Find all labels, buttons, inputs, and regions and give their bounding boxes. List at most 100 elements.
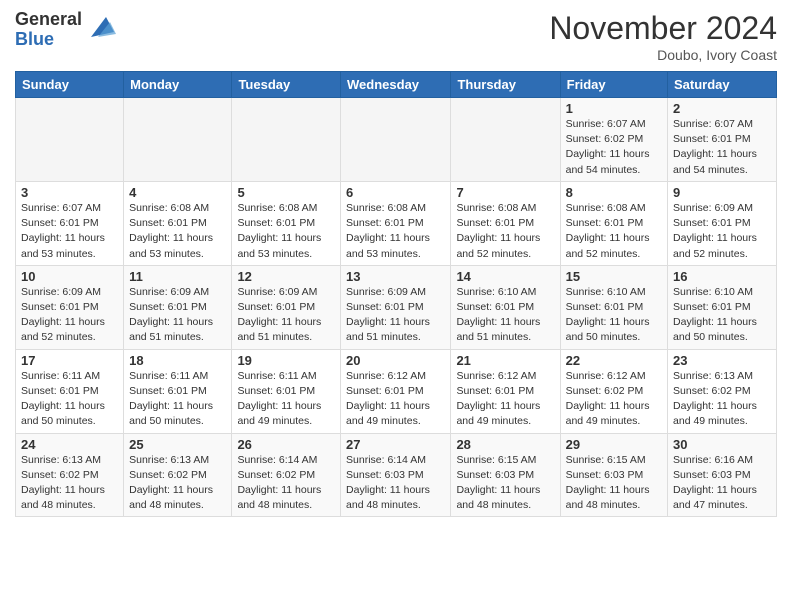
calendar-cell: 13Sunrise: 6:09 AM Sunset: 6:01 PM Dayli…	[341, 265, 451, 349]
day-number: 14	[456, 269, 554, 284]
day-info: Sunrise: 6:09 AM Sunset: 6:01 PM Dayligh…	[673, 201, 771, 262]
weekday-header-monday: Monday	[124, 72, 232, 98]
calendar-week-row: 1Sunrise: 6:07 AM Sunset: 6:02 PM Daylig…	[16, 98, 777, 182]
calendar-cell: 19Sunrise: 6:11 AM Sunset: 6:01 PM Dayli…	[232, 349, 341, 433]
day-info: Sunrise: 6:13 AM Sunset: 6:02 PM Dayligh…	[129, 453, 226, 514]
day-info: Sunrise: 6:07 AM Sunset: 6:01 PM Dayligh…	[673, 117, 771, 178]
day-number: 19	[237, 353, 335, 368]
calendar-cell	[451, 98, 560, 182]
calendar-cell: 22Sunrise: 6:12 AM Sunset: 6:02 PM Dayli…	[560, 349, 667, 433]
calendar-cell: 5Sunrise: 6:08 AM Sunset: 6:01 PM Daylig…	[232, 181, 341, 265]
weekday-header-saturday: Saturday	[668, 72, 777, 98]
day-info: Sunrise: 6:12 AM Sunset: 6:02 PM Dayligh…	[566, 369, 662, 430]
day-info: Sunrise: 6:11 AM Sunset: 6:01 PM Dayligh…	[129, 369, 226, 430]
calendar-cell: 1Sunrise: 6:07 AM Sunset: 6:02 PM Daylig…	[560, 98, 667, 182]
weekday-header-friday: Friday	[560, 72, 667, 98]
day-info: Sunrise: 6:08 AM Sunset: 6:01 PM Dayligh…	[129, 201, 226, 262]
day-number: 27	[346, 437, 445, 452]
day-info: Sunrise: 6:09 AM Sunset: 6:01 PM Dayligh…	[129, 285, 226, 346]
day-number: 6	[346, 185, 445, 200]
day-number: 13	[346, 269, 445, 284]
calendar-header-row: SundayMondayTuesdayWednesdayThursdayFrid…	[16, 72, 777, 98]
calendar-cell: 23Sunrise: 6:13 AM Sunset: 6:02 PM Dayli…	[668, 349, 777, 433]
day-number: 28	[456, 437, 554, 452]
title-area: November 2024 Doubo, Ivory Coast	[549, 10, 777, 63]
day-info: Sunrise: 6:13 AM Sunset: 6:02 PM Dayligh…	[21, 453, 118, 514]
calendar-cell: 3Sunrise: 6:07 AM Sunset: 6:01 PM Daylig…	[16, 181, 124, 265]
day-number: 21	[456, 353, 554, 368]
calendar-cell: 6Sunrise: 6:08 AM Sunset: 6:01 PM Daylig…	[341, 181, 451, 265]
day-info: Sunrise: 6:07 AM Sunset: 6:02 PM Dayligh…	[566, 117, 662, 178]
calendar-cell: 29Sunrise: 6:15 AM Sunset: 6:03 PM Dayli…	[560, 433, 667, 517]
day-number: 23	[673, 353, 771, 368]
logo-icon	[86, 12, 116, 42]
day-info: Sunrise: 6:08 AM Sunset: 6:01 PM Dayligh…	[566, 201, 662, 262]
header: General Blue November 2024 Doubo, Ivory …	[15, 10, 777, 63]
day-info: Sunrise: 6:14 AM Sunset: 6:03 PM Dayligh…	[346, 453, 445, 514]
day-number: 5	[237, 185, 335, 200]
calendar-cell: 12Sunrise: 6:09 AM Sunset: 6:01 PM Dayli…	[232, 265, 341, 349]
calendar-cell: 21Sunrise: 6:12 AM Sunset: 6:01 PM Dayli…	[451, 349, 560, 433]
day-number: 7	[456, 185, 554, 200]
day-number: 29	[566, 437, 662, 452]
day-number: 26	[237, 437, 335, 452]
location: Doubo, Ivory Coast	[549, 47, 777, 63]
day-info: Sunrise: 6:16 AM Sunset: 6:03 PM Dayligh…	[673, 453, 771, 514]
day-info: Sunrise: 6:10 AM Sunset: 6:01 PM Dayligh…	[456, 285, 554, 346]
day-number: 1	[566, 101, 662, 116]
logo-blue: Blue	[15, 30, 82, 50]
calendar-cell: 20Sunrise: 6:12 AM Sunset: 6:01 PM Dayli…	[341, 349, 451, 433]
month-title: November 2024	[549, 10, 777, 47]
day-number: 16	[673, 269, 771, 284]
day-number: 12	[237, 269, 335, 284]
calendar-cell: 27Sunrise: 6:14 AM Sunset: 6:03 PM Dayli…	[341, 433, 451, 517]
calendar-cell: 9Sunrise: 6:09 AM Sunset: 6:01 PM Daylig…	[668, 181, 777, 265]
calendar-cell	[232, 98, 341, 182]
calendar-cell: 17Sunrise: 6:11 AM Sunset: 6:01 PM Dayli…	[16, 349, 124, 433]
day-info: Sunrise: 6:12 AM Sunset: 6:01 PM Dayligh…	[346, 369, 445, 430]
day-number: 25	[129, 437, 226, 452]
day-number: 9	[673, 185, 771, 200]
calendar-week-row: 3Sunrise: 6:07 AM Sunset: 6:01 PM Daylig…	[16, 181, 777, 265]
calendar-cell: 26Sunrise: 6:14 AM Sunset: 6:02 PM Dayli…	[232, 433, 341, 517]
calendar-week-row: 10Sunrise: 6:09 AM Sunset: 6:01 PM Dayli…	[16, 265, 777, 349]
calendar-week-row: 17Sunrise: 6:11 AM Sunset: 6:01 PM Dayli…	[16, 349, 777, 433]
day-info: Sunrise: 6:13 AM Sunset: 6:02 PM Dayligh…	[673, 369, 771, 430]
day-number: 30	[673, 437, 771, 452]
logo-text: General Blue	[15, 10, 82, 50]
day-info: Sunrise: 6:11 AM Sunset: 6:01 PM Dayligh…	[21, 369, 118, 430]
day-number: 2	[673, 101, 771, 116]
day-info: Sunrise: 6:14 AM Sunset: 6:02 PM Dayligh…	[237, 453, 335, 514]
calendar-cell: 10Sunrise: 6:09 AM Sunset: 6:01 PM Dayli…	[16, 265, 124, 349]
day-info: Sunrise: 6:10 AM Sunset: 6:01 PM Dayligh…	[673, 285, 771, 346]
logo: General Blue	[15, 10, 116, 50]
day-number: 24	[21, 437, 118, 452]
day-info: Sunrise: 6:08 AM Sunset: 6:01 PM Dayligh…	[456, 201, 554, 262]
calendar-cell: 14Sunrise: 6:10 AM Sunset: 6:01 PM Dayli…	[451, 265, 560, 349]
page: General Blue November 2024 Doubo, Ivory …	[0, 0, 792, 532]
day-number: 4	[129, 185, 226, 200]
calendar-cell: 24Sunrise: 6:13 AM Sunset: 6:02 PM Dayli…	[16, 433, 124, 517]
calendar-cell: 2Sunrise: 6:07 AM Sunset: 6:01 PM Daylig…	[668, 98, 777, 182]
day-info: Sunrise: 6:15 AM Sunset: 6:03 PM Dayligh…	[456, 453, 554, 514]
calendar-cell	[341, 98, 451, 182]
day-number: 20	[346, 353, 445, 368]
day-number: 8	[566, 185, 662, 200]
calendar-cell: 7Sunrise: 6:08 AM Sunset: 6:01 PM Daylig…	[451, 181, 560, 265]
day-info: Sunrise: 6:09 AM Sunset: 6:01 PM Dayligh…	[237, 285, 335, 346]
logo-general: General	[15, 10, 82, 30]
day-number: 3	[21, 185, 118, 200]
weekday-header-sunday: Sunday	[16, 72, 124, 98]
day-number: 17	[21, 353, 118, 368]
weekday-header-wednesday: Wednesday	[341, 72, 451, 98]
day-info: Sunrise: 6:11 AM Sunset: 6:01 PM Dayligh…	[237, 369, 335, 430]
calendar-cell: 25Sunrise: 6:13 AM Sunset: 6:02 PM Dayli…	[124, 433, 232, 517]
day-info: Sunrise: 6:09 AM Sunset: 6:01 PM Dayligh…	[346, 285, 445, 346]
day-number: 22	[566, 353, 662, 368]
day-number: 15	[566, 269, 662, 284]
day-info: Sunrise: 6:08 AM Sunset: 6:01 PM Dayligh…	[237, 201, 335, 262]
calendar-cell: 16Sunrise: 6:10 AM Sunset: 6:01 PM Dayli…	[668, 265, 777, 349]
day-number: 18	[129, 353, 226, 368]
calendar-cell	[16, 98, 124, 182]
calendar-cell: 28Sunrise: 6:15 AM Sunset: 6:03 PM Dayli…	[451, 433, 560, 517]
